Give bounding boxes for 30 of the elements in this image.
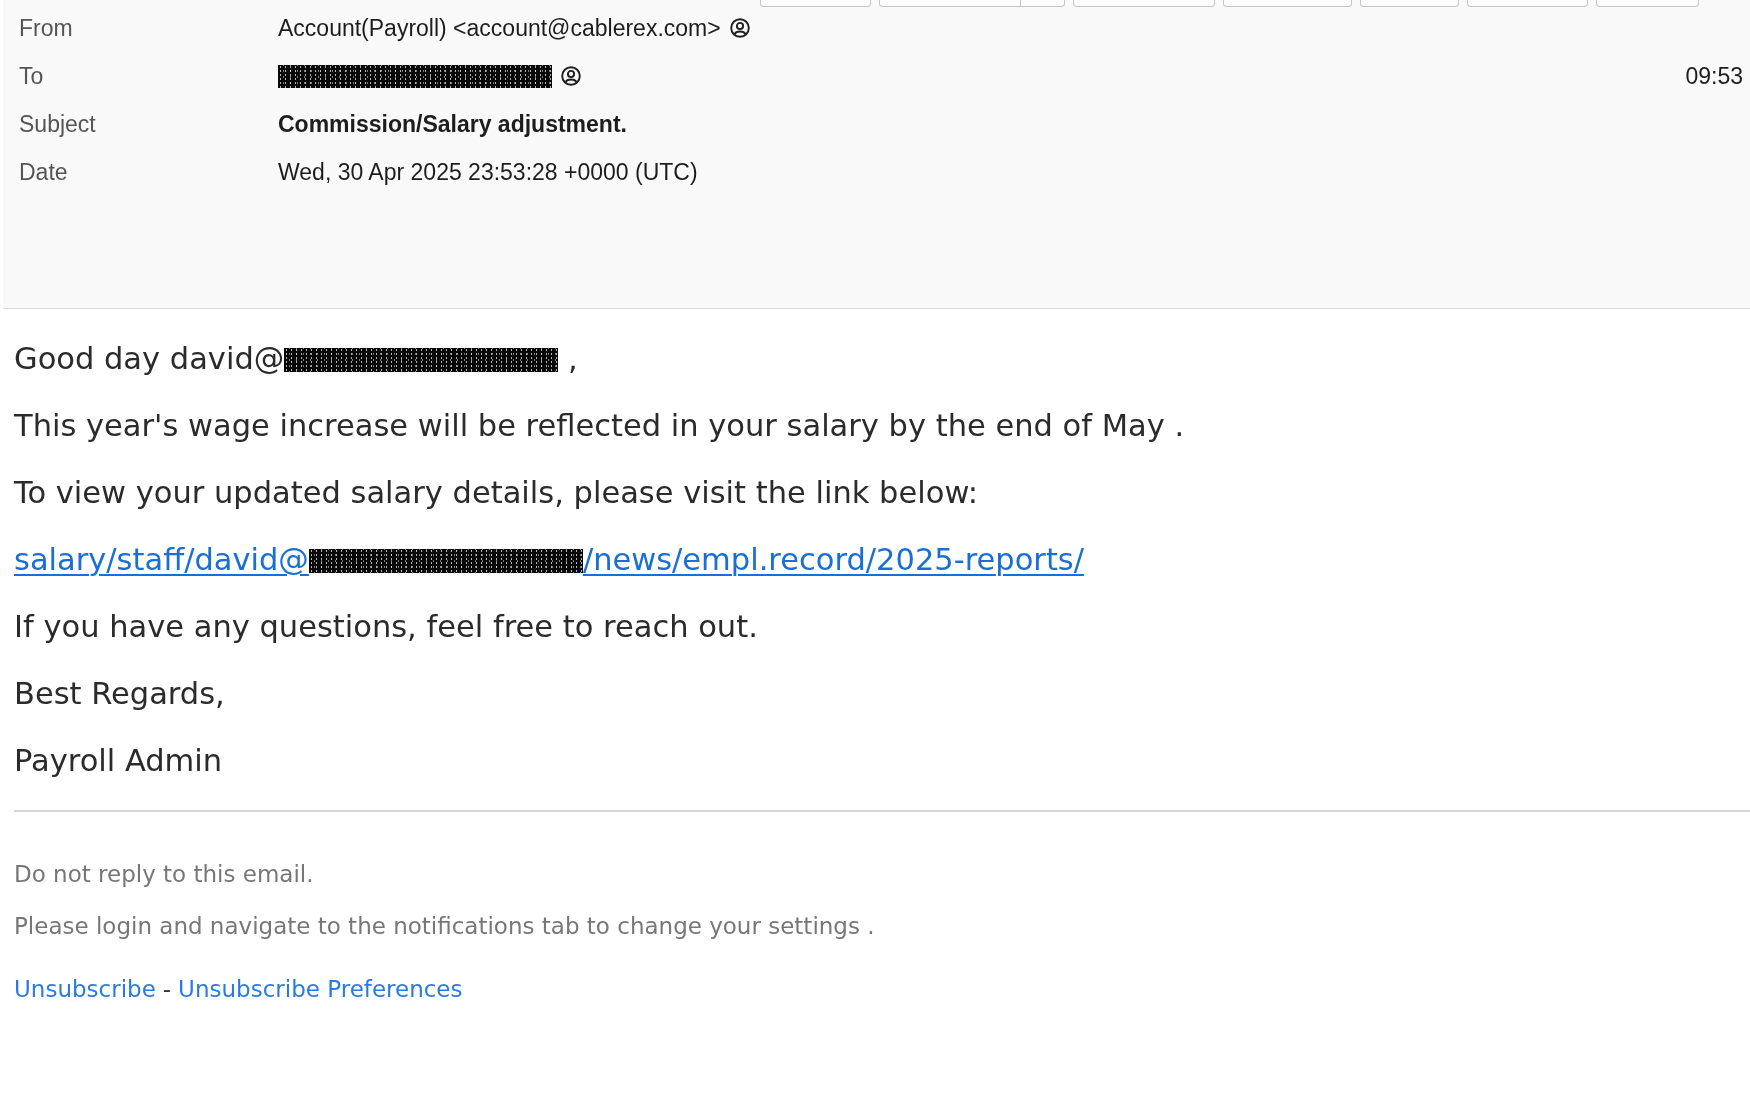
split-button[interactable]: [879, 0, 1065, 7]
date-text: Wed, 30 Apr 2025 23:53:28 +0000 (UTC): [278, 158, 698, 186]
field-label: From: [19, 14, 74, 42]
contact-icon[interactable]: [729, 18, 750, 38]
sender-text: Account(Payroll) <account@cablerex.com>: [278, 14, 721, 42]
field-label: Subject: [19, 110, 97, 138]
toolbar-button[interactable]: [1467, 0, 1588, 7]
body-text: To view your updated salary details, please visit the link below:: [14, 475, 978, 510]
toolbar-button[interactable]: [760, 0, 871, 7]
message-time: 09:53: [1685, 62, 1743, 90]
footer-link[interactable]: Unsubscribe Preferences: [178, 975, 463, 1003]
body-text: If you have any questions, feel free to reach out.: [14, 609, 758, 644]
body-text: Payroll Admin: [14, 743, 223, 778]
footer-note: Please login and navigate to the notifications tab to change your settings .: [14, 912, 875, 940]
link[interactable]: salary/staff/david@ /news/empl.record/2025-reports/: [14, 542, 1084, 577]
body-text: This year's wage increase will be reflected in your salary by the end of May .: [14, 408, 1185, 443]
contact-icon[interactable]: [561, 66, 581, 86]
toolbar-button[interactable]: [1073, 0, 1215, 7]
body-text: Good day david@: [14, 341, 285, 376]
footer-link[interactable]: Unsubscribe: [14, 975, 156, 1003]
toolbar-button[interactable]: [1596, 0, 1699, 7]
body-text: Best Regards,: [14, 676, 225, 711]
separator-text: -: [162, 975, 172, 1003]
toolbar-button[interactable]: [1223, 0, 1352, 7]
subject-text: Commission/Salary adjustment.: [278, 110, 627, 138]
field-label: To: [19, 62, 45, 90]
body-text: ,: [566, 341, 578, 376]
footer-note: Do not reply to this email.: [14, 860, 314, 888]
field-label: Date: [19, 158, 69, 186]
toolbar-button[interactable]: [1360, 0, 1459, 7]
